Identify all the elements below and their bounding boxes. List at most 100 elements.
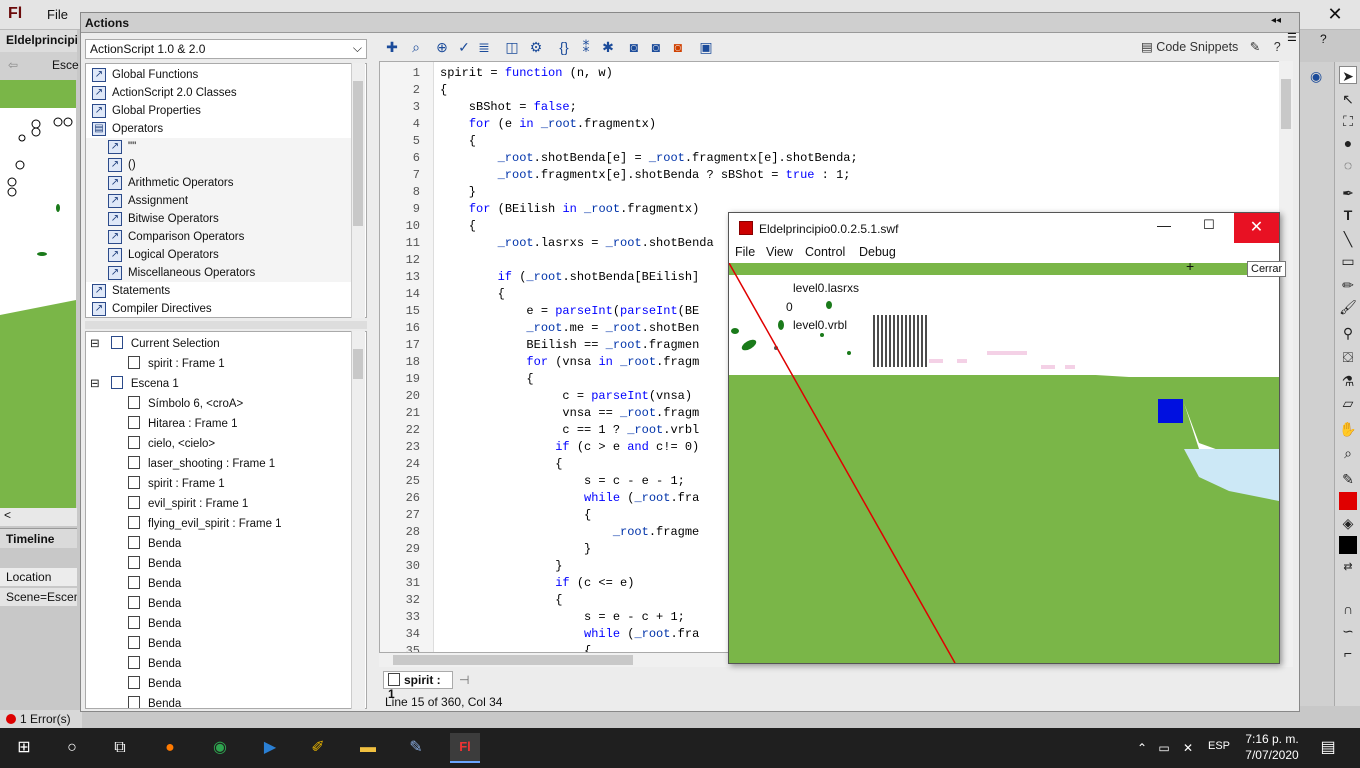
find-icon[interactable]: ⌕ bbox=[407, 38, 425, 56]
stroke-color-swatch[interactable] bbox=[1339, 492, 1357, 510]
paint-app-icon[interactable]: ✎ bbox=[404, 736, 428, 760]
check-syntax-icon[interactable]: ✓ bbox=[455, 38, 473, 56]
navigator-item[interactable]: flying_evil_spirit : Frame 1 bbox=[128, 514, 282, 534]
code-line[interactable]: if (c <= e) bbox=[440, 576, 634, 590]
code-line[interactable]: _root.shotBenda[e] = _root.fragmentx[e].… bbox=[440, 151, 858, 165]
file-menu[interactable]: File bbox=[47, 7, 68, 22]
add-item-icon[interactable]: ✚ bbox=[383, 38, 401, 56]
swf-menu-debug[interactable]: Debug bbox=[859, 245, 896, 259]
fill-color-swatch[interactable] bbox=[1339, 536, 1357, 554]
toolbox-item[interactable]: ▤ Operators bbox=[86, 120, 352, 138]
search-circle-icon[interactable]: ○ bbox=[60, 736, 84, 760]
file-explorer-icon[interactable]: ▬ bbox=[356, 736, 380, 760]
auto-format-icon[interactable]: ≣ bbox=[475, 38, 493, 56]
navigator-scroll-thumb[interactable] bbox=[353, 349, 363, 379]
navigator-scrollbar[interactable] bbox=[351, 331, 365, 709]
swf-menu-view[interactable]: View bbox=[766, 245, 793, 259]
code-line[interactable]: _root.fragme bbox=[440, 525, 699, 539]
code-line[interactable]: s = e - c + 1; bbox=[440, 610, 685, 624]
task-view-icon[interactable]: ⧉ bbox=[108, 736, 132, 760]
code-line[interactable]: { bbox=[440, 508, 591, 522]
app-close-button[interactable]: ✕ bbox=[1310, 0, 1360, 28]
code-line[interactable]: } bbox=[440, 185, 476, 199]
swf-stage[interactable]: level0.lasrxs 0 level0.vrbl bbox=[729, 263, 1279, 663]
code-line[interactable]: { bbox=[440, 457, 562, 471]
toolbox-item[interactable]: ↗ Statements bbox=[86, 282, 352, 300]
navigator-item[interactable]: Benda bbox=[128, 534, 181, 554]
apply-block-comment-icon[interactable]: ◙ bbox=[625, 38, 643, 56]
code-line[interactable]: { bbox=[440, 372, 533, 386]
collapse-braces-icon[interactable]: {} bbox=[555, 38, 573, 56]
toolbox-item[interactable]: ↗ "" bbox=[86, 138, 352, 156]
zoom-tool-icon[interactable]: ⌕ bbox=[1339, 444, 1357, 462]
toolbox-item[interactable]: ↗ Logical Operators bbox=[86, 246, 352, 264]
editor-vscroll[interactable] bbox=[1279, 61, 1293, 653]
toolbox-scroll-thumb[interactable] bbox=[353, 81, 363, 226]
code-line[interactable]: s = c - e - 1; bbox=[440, 474, 685, 488]
toolbox-item[interactable]: ↗ Global Functions bbox=[86, 66, 352, 84]
toolbox-item[interactable]: ↗ Miscellaneous Operators bbox=[86, 264, 352, 282]
expand-all-icon[interactable]: ✱ bbox=[599, 38, 617, 56]
brush-tool-icon[interactable]: 🖌 bbox=[1339, 298, 1357, 316]
code-line[interactable]: spirit = function (n, w) bbox=[440, 66, 613, 80]
text-tool-icon[interactable]: T bbox=[1339, 206, 1357, 224]
chevron-up-icon[interactable]: ⌃ bbox=[1130, 736, 1154, 760]
navigator-item[interactable]: ⊟ Current Selection bbox=[90, 334, 220, 354]
navigator-item[interactable]: evil_spirit : Frame 1 bbox=[128, 494, 248, 514]
code-line[interactable]: { bbox=[440, 134, 476, 148]
navigator-item[interactable]: Benda bbox=[128, 594, 181, 614]
main-stage[interactable] bbox=[0, 80, 76, 508]
eyedropper-icon[interactable]: ⚗ bbox=[1339, 372, 1357, 390]
navigator-item[interactable]: Benda bbox=[128, 654, 181, 674]
code-line[interactable]: _root.lasrxs = _root.shotBenda bbox=[440, 236, 714, 250]
rectangle-tool-icon[interactable]: ▭ bbox=[1339, 252, 1357, 270]
script-tab[interactable]: spirit : 1 bbox=[383, 671, 453, 701]
panel-expand-icon[interactable]: ◉ bbox=[1310, 68, 1322, 85]
smooth-icon[interactable]: ∽ bbox=[1339, 622, 1357, 640]
swf-menu-control[interactable]: Control bbox=[805, 245, 845, 259]
navigator-item[interactable]: spirit : Frame 1 bbox=[128, 474, 225, 494]
stage-hscroll[interactable]: < bbox=[0, 508, 77, 526]
swf-menu-file[interactable]: File bbox=[735, 245, 755, 259]
code-line[interactable]: _root.me = _root.shotBen bbox=[440, 321, 699, 335]
3d-rotation-icon[interactable]: ● bbox=[1339, 134, 1357, 152]
hand-tool-icon[interactable]: ✋ bbox=[1339, 420, 1357, 438]
toolbox-item[interactable]: ↗ ActionScript 2.0 Classes bbox=[86, 84, 352, 102]
bone-tool-icon[interactable]: ⚲ bbox=[1339, 324, 1357, 342]
collapse-toggle-icon[interactable]: ⊟ bbox=[90, 338, 103, 350]
toolbox-item[interactable]: ↗ () bbox=[86, 156, 352, 174]
toolbox-item[interactable]: ↗ Compiler Directives bbox=[86, 300, 352, 317]
stroke-color-icon[interactable]: ✎ bbox=[1339, 470, 1357, 488]
collapse-icon[interactable]: ◂◂ bbox=[1271, 15, 1281, 26]
code-line[interactable]: { bbox=[440, 593, 562, 607]
navigator-item[interactable]: Benda bbox=[128, 674, 181, 694]
navigator-item[interactable]: ⊟ Escena 1 bbox=[90, 374, 179, 394]
code-line[interactable]: e = parseInt(parseInt(BE bbox=[440, 304, 699, 318]
lasso-icon[interactable]: ◌ bbox=[1339, 156, 1357, 174]
code-line[interactable]: { bbox=[440, 83, 447, 97]
navigator-item[interactable]: cielo, <cielo> bbox=[128, 434, 215, 454]
code-line[interactable]: _root.fragmentx[e].shotBenda ? sBShot = … bbox=[440, 168, 851, 182]
straighten-icon[interactable]: ⌐ bbox=[1339, 644, 1357, 662]
code-line[interactable]: { bbox=[440, 287, 505, 301]
toolbox-item[interactable]: ↗ Global Properties bbox=[86, 102, 352, 120]
code-line[interactable]: sBShot = false; bbox=[440, 100, 577, 114]
volume-mute-icon[interactable]: ✕ bbox=[1176, 736, 1200, 760]
editor-vscroll-thumb[interactable] bbox=[1281, 79, 1291, 129]
tab-timeline[interactable]: Timeline bbox=[0, 528, 77, 548]
code-line[interactable]: while (_root.fra bbox=[440, 627, 699, 641]
minimize-button[interactable]: — bbox=[1149, 217, 1179, 239]
back-arrow-icon[interactable]: ⇦ bbox=[8, 58, 18, 72]
code-line[interactable]: for (vnsa in _root.fragm bbox=[440, 355, 699, 369]
toolbox-item[interactable]: ↗ Comparison Operators bbox=[86, 228, 352, 246]
selection-tool-icon[interactable]: ➤ bbox=[1339, 66, 1357, 84]
toolbox-item[interactable]: ↗ Arithmetic Operators bbox=[86, 174, 352, 192]
code-line[interactable]: while (_root.fra bbox=[440, 491, 699, 505]
maximize-button[interactable]: ☐ bbox=[1194, 217, 1224, 239]
code-line[interactable]: { bbox=[440, 219, 476, 233]
code-line[interactable]: } bbox=[440, 542, 591, 556]
collapse-selection-icon[interactable]: ⁑ bbox=[577, 38, 595, 56]
wand-icon[interactable]: ✎ bbox=[1250, 40, 1260, 54]
help-icon[interactable]: ? bbox=[1274, 40, 1281, 54]
fill-color-icon[interactable]: ◈ bbox=[1339, 514, 1357, 532]
